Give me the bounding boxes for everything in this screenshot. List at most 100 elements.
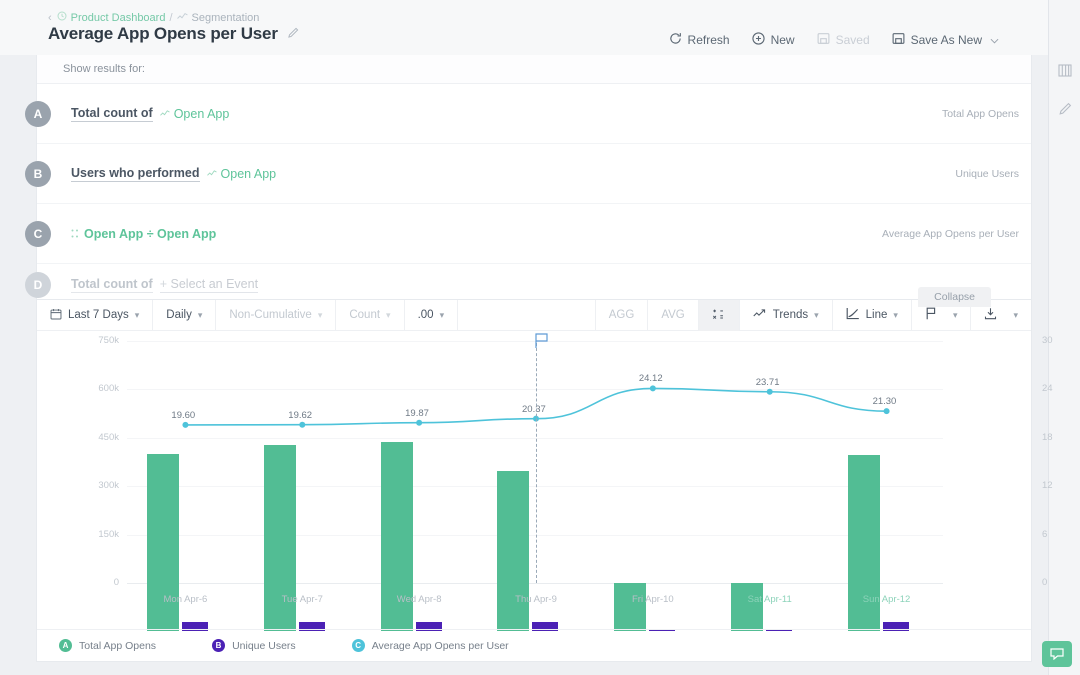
breadcrumb-separator: / [169, 12, 172, 24]
query-builder-card: Show results for: A Total count of Open … [36, 55, 1032, 307]
chart-type-label: Line [866, 309, 888, 321]
chart-type-selector[interactable]: Line ▾ [833, 300, 912, 331]
query-row-c-formula[interactable]: Open App ÷ Open App [71, 227, 216, 241]
trends-selector[interactable]: Trends ▾ [740, 300, 833, 331]
x-axis-tick: Sat Apr-11 [706, 594, 834, 605]
new-button[interactable]: New [741, 28, 806, 52]
y-axis-left-tick: 150k [77, 529, 119, 540]
query-row-a-event-label: Open App [174, 107, 230, 121]
breadcrumb-section[interactable]: Segmentation [192, 12, 260, 24]
trend-up-icon [753, 308, 767, 322]
query-row-c-formula-label: Open App ÷ Open App [84, 227, 216, 241]
line-point[interactable] [767, 389, 773, 395]
save-as-new-button[interactable]: Save As New [881, 28, 1010, 52]
query-row-d-body: Total count of + Select an Event [37, 277, 258, 293]
line-data-label: 19.60 [171, 410, 195, 421]
query-row-b-lead[interactable]: Users who performed [71, 166, 200, 182]
y-axis-right-tick: 30 [1042, 335, 1072, 346]
legend-label-a: Total App Opens [79, 640, 156, 652]
collapse-button[interactable]: Collapse [918, 287, 991, 307]
query-badge-b: B [25, 161, 51, 187]
segmentation-icon [177, 12, 188, 24]
legend-badge-c: C [352, 639, 365, 652]
legend-item-b[interactable]: B Unique Users [212, 639, 296, 652]
agg-button[interactable]: AGG [596, 300, 649, 331]
y-axis-left-tick: 300k [77, 480, 119, 491]
plus-icon: + [160, 277, 167, 291]
line-point[interactable] [416, 420, 422, 426]
refresh-button[interactable]: Refresh [658, 28, 741, 52]
save-icon [817, 32, 830, 48]
refresh-label: Refresh [688, 33, 730, 47]
query-badge-c: C [25, 221, 51, 247]
legend-badge-b: B [212, 639, 225, 652]
query-row-d-lead[interactable]: Total count of [71, 277, 153, 293]
math-ops-button[interactable] [699, 300, 740, 331]
avg-button[interactable]: AVG [648, 300, 698, 331]
y-axis-left-tick: 600k [77, 383, 119, 394]
legend-item-c[interactable]: C Average App Opens per User [352, 639, 509, 652]
interval-selector[interactable]: Daily ▾ [153, 300, 216, 331]
line-point[interactable] [299, 422, 305, 428]
x-axis-tick: Sun Apr-12 [823, 594, 951, 605]
save-icon [892, 32, 905, 48]
line-point[interactable] [650, 385, 656, 391]
chevron-down-icon[interactable] [990, 33, 999, 47]
flag-icon[interactable] [535, 333, 551, 352]
y-axis-right-tick: 24 [1042, 383, 1072, 394]
line-point[interactable] [182, 422, 188, 428]
line-data-label: 21.30 [873, 396, 897, 407]
chevron-down-icon[interactable]: ▾ [953, 310, 958, 321]
query-row-a[interactable]: A Total count of Open App Total App Open… [37, 84, 1031, 144]
breadcrumb-dashboard-link[interactable]: Product Dashboard [71, 12, 166, 24]
legend-item-a[interactable]: A Total App Opens [59, 639, 156, 652]
x-axis-tick: Thu Apr-9 [472, 594, 600, 605]
y-axis-left-tick: 750k [77, 335, 119, 346]
plus-circle-icon [752, 32, 765, 48]
formula-icon [71, 227, 80, 241]
line-data-label: 23.71 [756, 377, 780, 388]
query-row-a-alias: Total App Opens [942, 108, 1019, 120]
clock-icon [57, 11, 67, 24]
chart-plot-area: 0150k300k450k600k750k0612182430 Mon Apr-… [37, 331, 1031, 631]
line-data-label: 19.87 [405, 408, 429, 419]
query-row-a-event[interactable]: Open App [160, 107, 230, 121]
chevron-down-icon: ▾ [198, 310, 203, 321]
query-row-c-body: Open App ÷ Open App [37, 227, 216, 241]
line-data-label: 20.37 [522, 404, 546, 415]
decimal-selector[interactable]: .00 ▾ [405, 300, 459, 331]
book-icon[interactable] [1049, 55, 1080, 85]
cumulative-selector[interactable]: Non-Cumulative ▾ [216, 300, 336, 331]
help-chat-button[interactable] [1042, 641, 1072, 667]
legend-label-b: Unique Users [232, 640, 296, 652]
query-row-d-event-placeholder[interactable]: + Select an Event [160, 277, 258, 293]
pen-icon[interactable] [1049, 94, 1080, 124]
query-row-b[interactable]: B Users who performed Open App Unique Us… [37, 144, 1031, 204]
legend-label-c: Average App Opens per User [372, 640, 509, 652]
y-axis-right-tick: 12 [1042, 480, 1072, 491]
annotation-line [536, 343, 537, 583]
query-row-a-lead[interactable]: Total count of [71, 106, 153, 122]
agg-label: AGG [609, 309, 635, 321]
save-as-new-label: Save As New [911, 33, 982, 47]
query-row-b-event[interactable]: Open App [207, 167, 277, 181]
math-ops-icon [712, 307, 726, 324]
date-range-label: Last 7 Days [68, 309, 129, 321]
avg-label: AVG [661, 309, 684, 321]
refresh-icon [669, 32, 682, 48]
new-label: New [771, 33, 795, 47]
header-actions: Refresh New Saved Save As New [658, 28, 1010, 52]
chevron-left-icon[interactable]: ‹ [48, 12, 52, 24]
measure-label: Count [349, 309, 380, 321]
date-range-selector[interactable]: Last 7 Days ▾ [37, 300, 153, 331]
line-point[interactable] [884, 408, 890, 414]
query-badge-d: D [25, 272, 51, 298]
pencil-icon[interactable] [287, 27, 299, 42]
chevron-down-icon[interactable]: ▾ [1013, 310, 1018, 321]
cumulative-label: Non-Cumulative [229, 309, 311, 321]
saved-label: Saved [836, 33, 870, 47]
breadcrumb: ‹ Product Dashboard / Segmentation [48, 11, 259, 24]
query-row-c[interactable]: C Open App ÷ Open App Average App Opens … [37, 204, 1031, 264]
chevron-down-icon: ▾ [135, 310, 140, 321]
measure-selector[interactable]: Count ▾ [336, 300, 404, 331]
